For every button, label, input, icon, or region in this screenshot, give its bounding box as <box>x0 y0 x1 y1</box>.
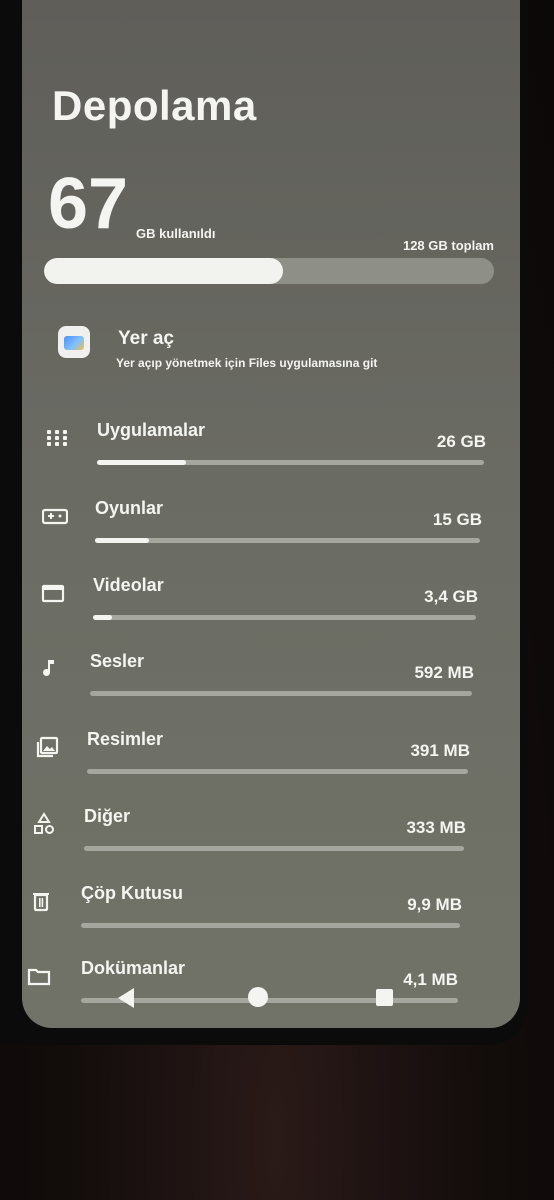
gamepad-icon <box>41 504 69 528</box>
category-trash[interactable]: Çöp Kutusu 9,9 MB <box>28 883 462 939</box>
storage-usage-bar <box>44 258 494 284</box>
category-audio[interactable]: Sesler 592 MB <box>37 651 474 707</box>
video-icon <box>40 581 66 605</box>
category-label: Oyunlar <box>95 498 164 518</box>
category-size: 3,4 GB <box>424 587 478 606</box>
storage-screen: Depolama 67 GB kullanıldı 128 GB toplam … <box>22 0 520 1028</box>
used-storage-value: 67 <box>48 164 129 244</box>
used-storage-unit: GB kullanıldı <box>136 226 216 241</box>
category-videos[interactable]: Videolar 3,4 GB <box>40 575 478 631</box>
free-up-subtitle: Yer açıp yönetmek için Files uygulamasın… <box>116 356 378 370</box>
category-label: Uygulamalar <box>97 420 206 440</box>
category-label: Videolar <box>93 575 164 595</box>
category-other[interactable]: Diğer 333 MB <box>31 806 466 862</box>
trash-icon <box>28 889 54 913</box>
category-bar-fill <box>95 538 149 543</box>
category-bar-fill <box>93 615 113 620</box>
apps-grid-icon <box>44 426 70 450</box>
category-bar <box>81 923 460 928</box>
category-games[interactable]: Oyunlar 15 GB <box>41 498 482 554</box>
category-bar <box>95 538 480 543</box>
category-label: Diğer <box>84 806 131 826</box>
category-label: Dokümanlar <box>81 958 186 978</box>
category-label: Çöp Kutusu <box>81 883 183 903</box>
category-bar <box>97 460 484 465</box>
shapes-icon <box>31 812 57 836</box>
storage-usage-fill <box>44 258 283 284</box>
category-size: 592 MB <box>414 663 474 682</box>
category-size: 391 MB <box>410 741 470 760</box>
files-app-icon <box>58 326 90 358</box>
images-icon <box>34 735 60 759</box>
category-bar <box>87 769 468 774</box>
category-apps[interactable]: Uygulamalar 26 GB <box>44 420 486 476</box>
free-up-space-item[interactable]: Yer aç Yer açıp yönetmek için Files uygu… <box>58 318 478 378</box>
category-size: 333 MB <box>406 818 466 837</box>
category-label: Sesler <box>90 651 145 671</box>
back-button[interactable] <box>118 988 134 1008</box>
free-up-title: Yer aç <box>118 328 174 349</box>
page-title: Depolama <box>52 82 257 129</box>
system-navigation-bar <box>112 986 432 1010</box>
category-label: Resimler <box>87 729 164 749</box>
category-bar-fill <box>97 460 186 465</box>
category-bar <box>84 846 464 851</box>
category-images[interactable]: Resimler 391 MB <box>34 729 470 785</box>
total-storage: 128 GB toplam <box>402 238 494 253</box>
music-note-icon <box>37 657 63 681</box>
category-size: 26 GB <box>436 432 486 451</box>
phone-frame: Depolama 67 GB kullanıldı 128 GB toplam … <box>0 0 528 1045</box>
category-bar <box>93 615 476 620</box>
folder-icon <box>26 964 52 988</box>
recent-apps-button[interactable] <box>376 989 393 1006</box>
category-size: 15 GB <box>432 510 482 529</box>
category-size: 9,9 MB <box>407 895 462 914</box>
home-button[interactable] <box>248 987 268 1007</box>
category-bar <box>90 691 472 696</box>
